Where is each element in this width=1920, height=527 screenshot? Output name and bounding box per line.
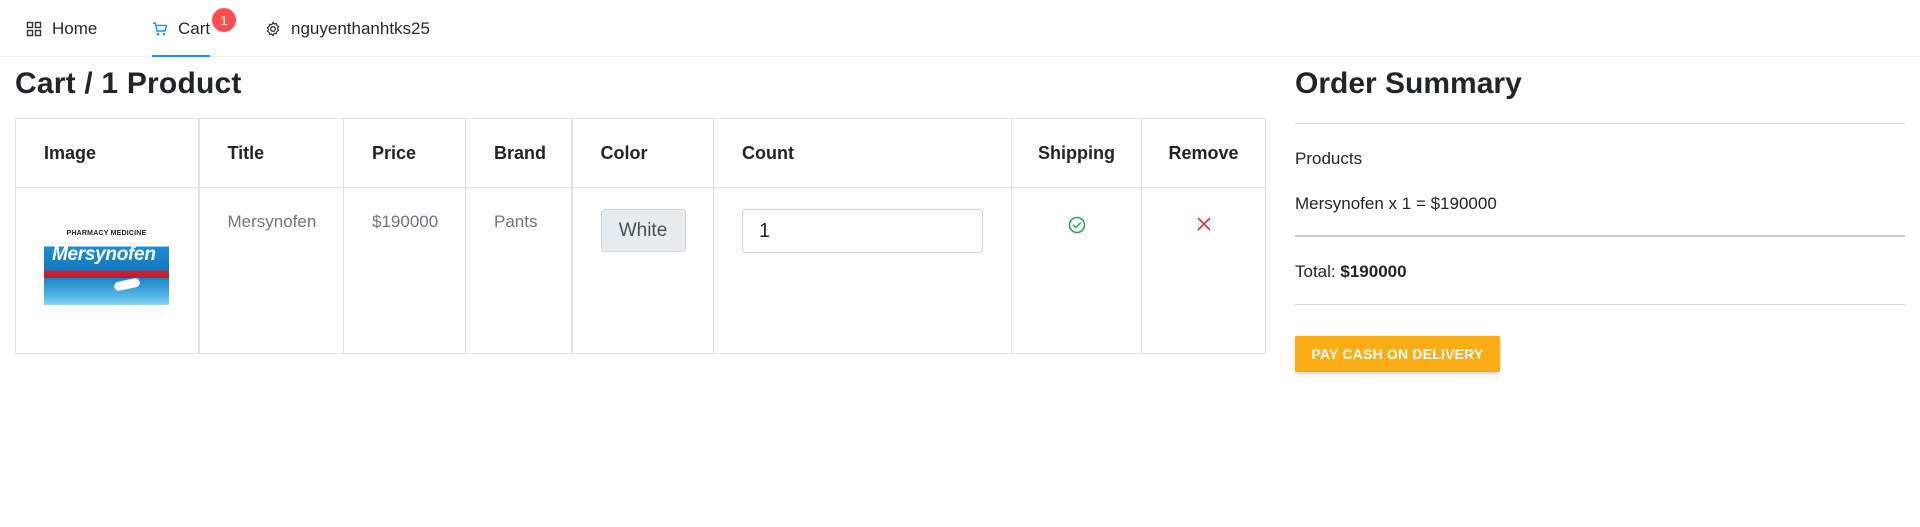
count-input[interactable] xyxy=(742,209,983,253)
summary-divider xyxy=(1295,235,1905,237)
nav-home[interactable]: Home xyxy=(26,0,97,57)
nav-cart-label: Cart xyxy=(178,18,211,38)
summary-total: Total: $190000 xyxy=(1295,262,1407,282)
shopping-cart-icon xyxy=(152,21,168,37)
nav-cart[interactable]: Cart xyxy=(152,0,211,57)
nav-user-menu[interactable]: nguyenthanhtks25 xyxy=(265,0,430,57)
column-header-remove: Remove xyxy=(1141,118,1266,188)
remove-cell xyxy=(1141,187,1266,354)
summary-products-label: Products xyxy=(1295,149,1363,168)
check-circle-icon xyxy=(1068,216,1086,238)
appstore-icon xyxy=(26,21,42,37)
summary-line-item: Mersynofen x 1 = $190000 xyxy=(1295,194,1497,213)
cart-heading: Cart / 1 Product xyxy=(15,67,242,100)
column-header-price: Price xyxy=(343,118,466,188)
product-image-brand: Mersynofen xyxy=(52,244,156,265)
summary-total-label: Total: xyxy=(1295,262,1336,281)
gear-icon xyxy=(265,21,281,37)
cart-table: Image Title Price Brand Color Count Ship… xyxy=(15,118,1266,354)
product-count-cell xyxy=(713,187,1012,354)
table-row: PHARMACY MEDICINE Mersynofen Mersynofen … xyxy=(15,187,1266,354)
column-header-title: Title xyxy=(198,118,344,188)
shipping-cell xyxy=(1011,187,1142,354)
top-navigation: Home Cart 1 nguyenthanhtks25 xyxy=(0,0,1920,57)
cart-count-badge: 1 xyxy=(212,8,236,32)
summary-total-value: $190000 xyxy=(1340,262,1407,281)
product-title: Mersynofen xyxy=(198,187,344,354)
nav-home-label: Home xyxy=(52,18,98,38)
product-color-cell: White xyxy=(571,187,714,354)
summary-divider xyxy=(1295,304,1905,305)
product-brand: Pants xyxy=(465,187,573,354)
product-price: $190000 xyxy=(343,187,466,354)
color-select[interactable]: White xyxy=(600,209,686,252)
column-header-shipping: Shipping xyxy=(1011,118,1142,188)
table-header-row: Image Title Price Brand Color Count Ship… xyxy=(15,118,1266,188)
summary-divider xyxy=(1295,123,1905,124)
column-header-brand: Brand xyxy=(465,118,573,188)
nav-user-label: nguyenthanhtks25 xyxy=(291,18,430,38)
product-image: PHARMACY MEDICINE Mersynofen xyxy=(44,228,169,305)
pay-cash-on-delivery-button[interactable]: PAY CASH ON DELIVERY xyxy=(1295,336,1500,372)
order-summary-title: Order Summary xyxy=(1295,67,1522,100)
column-header-image: Image xyxy=(15,118,200,188)
product-image-cell: PHARMACY MEDICINE Mersynofen xyxy=(15,187,200,354)
close-icon[interactable] xyxy=(1196,217,1212,236)
column-header-count: Count xyxy=(713,118,1012,188)
product-image-pill xyxy=(113,277,141,292)
column-header-color: Color xyxy=(571,118,714,188)
product-image-caption: PHARMACY MEDICINE xyxy=(66,230,147,237)
